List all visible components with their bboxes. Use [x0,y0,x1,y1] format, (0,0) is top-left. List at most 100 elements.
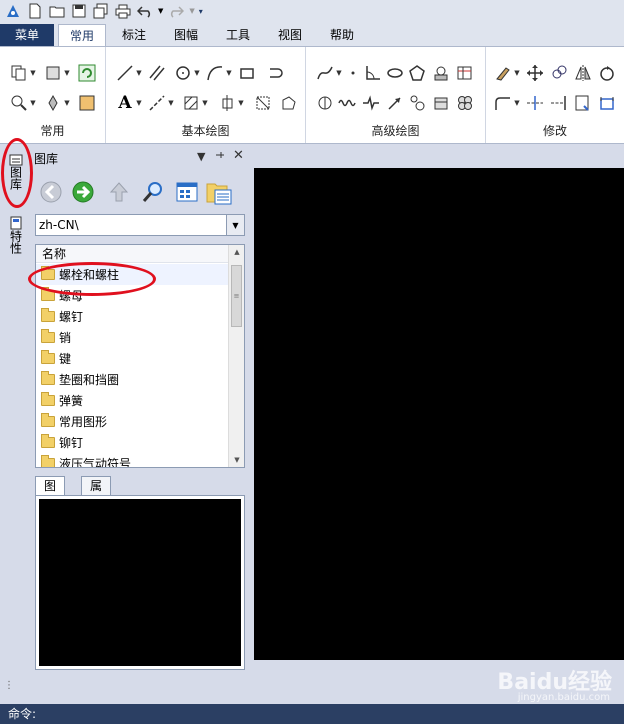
flower-shape-icon[interactable] [454,92,476,114]
copy-icon[interactable] [8,62,30,84]
list-item[interactable]: 垫圈和挡圈 [36,369,228,390]
move-icon[interactable] [524,62,546,84]
angle-icon[interactable] [362,62,384,84]
tab-graphic[interactable]: 图形 [35,476,66,511]
list-item[interactable]: 螺钉 [36,306,228,327]
spline-icon[interactable] [314,62,336,84]
arc-icon[interactable] [204,62,226,84]
path-combobox[interactable]: zh-CN\ ▼ [35,214,245,236]
extend-icon[interactable] [548,92,570,114]
tab-attributes[interactable]: 属性 [81,476,112,511]
delete-brush-icon[interactable] [492,62,514,84]
list-item[interactable]: 常用图形 [36,411,228,432]
open-folder-icon[interactable] [48,2,66,20]
forward-icon[interactable] [69,178,97,206]
revision-cloud-icon[interactable] [314,92,336,114]
list-item[interactable]: 销 [36,327,228,348]
break-line-icon[interactable] [360,92,382,114]
column-header-name[interactable]: 名称 [36,245,228,263]
scroll-thumb[interactable]: ≡ [231,265,242,327]
list-item[interactable]: 螺母 [36,285,228,306]
polygon-icon[interactable] [406,62,428,84]
zoom-dropdown-icon[interactable]: ▼ [30,92,36,114]
fillet-icon[interactable] [492,92,514,114]
new-file-icon[interactable] [26,2,44,20]
centerline-dropdown-icon[interactable]: ▼ [168,92,174,114]
delete-dropdown-icon[interactable]: ▼ [514,62,520,84]
stretch-icon[interactable] [596,92,618,114]
paste-dropdown-icon[interactable]: ▼ [64,62,70,84]
copy-objects-icon[interactable] [548,62,570,84]
dot-icon[interactable] [342,62,364,84]
line-icon[interactable] [114,62,136,84]
tab-tools[interactable]: 工具 [216,24,260,46]
copy-dropdown-icon[interactable]: ▼ [30,62,36,84]
tab-help[interactable]: 帮助 [320,24,364,46]
table-icon[interactable] [454,62,476,84]
scroll-down-icon[interactable]: ▼ [229,453,244,467]
centerline-icon[interactable] [146,92,168,114]
print-icon[interactable] [114,2,132,20]
up-folder-icon[interactable] [105,178,133,206]
hatch-dropdown-icon[interactable]: ▼ [202,92,208,114]
region-icon[interactable] [278,92,300,114]
point-icon[interactable] [216,92,238,114]
fillet-dropdown-icon[interactable]: ▼ [514,92,520,114]
redo-dropdown-icon[interactable]: ▼ [189,7,194,15]
mirror-icon[interactable] [572,62,594,84]
list-item[interactable]: 铆钉 [36,432,228,453]
folder-list-icon[interactable] [205,178,233,206]
arc-dropdown-icon[interactable]: ▼ [226,62,232,84]
list-item[interactable]: 液压气动符号 [36,453,228,467]
tab-common[interactable]: 常用 [58,24,106,46]
command-line[interactable]: 命令: [0,704,624,724]
parallel-line-icon[interactable] [146,62,168,84]
line-dropdown-icon[interactable]: ▼ [136,62,142,84]
save-icon[interactable] [70,2,88,20]
tab-view[interactable]: 视图 [268,24,312,46]
text-icon[interactable]: A [114,92,136,114]
arrow-icon[interactable] [384,92,406,114]
app-logo-icon[interactable] [4,2,22,20]
save-all-icon[interactable] [92,2,110,20]
slot-icon[interactable] [264,62,286,84]
properties-tool-icon[interactable] [76,92,98,114]
drawing-canvas[interactable] [254,168,624,660]
text-dropdown-icon[interactable]: ▼ [136,92,142,114]
hatch-icon[interactable] [180,92,202,114]
ellipse-icon[interactable] [384,62,406,84]
back-icon[interactable] [37,178,65,206]
tab-sheet[interactable]: 图幅 [164,24,208,46]
zoom-icon[interactable] [8,92,30,114]
list-item[interactable]: 键 [36,348,228,369]
panel-pin-icon[interactable] [215,150,225,163]
circle-dropdown-icon[interactable]: ▼ [194,62,200,84]
view-mode-icon[interactable] [173,178,201,206]
panel-close-icon[interactable]: ✕ [233,148,244,163]
customize-qat-icon[interactable]: ▾ [199,7,203,16]
dock-tab-properties[interactable]: 特性 [6,216,26,254]
undo-icon[interactable] [136,2,154,20]
paste-block-icon[interactable] [42,62,64,84]
pan-icon[interactable] [42,92,64,114]
panel-menu-icon[interactable]: ▼ [197,150,205,163]
undo-dropdown-icon[interactable]: ▼ [158,7,163,15]
list-scrollbar[interactable]: ▲ ≡ ▼ [228,245,244,467]
tab-menu[interactable]: 菜单 [0,24,54,46]
scroll-up-icon[interactable]: ▲ [229,245,244,259]
circle-icon[interactable] [172,62,194,84]
tab-annotate[interactable]: 标注 [112,24,156,46]
point-dropdown-icon[interactable]: ▼ [238,92,244,114]
block-icon[interactable] [430,62,452,84]
list-item[interactable]: 螺栓和螺柱 [36,264,228,285]
search-icon[interactable] [139,178,167,206]
refresh-icon[interactable] [76,62,98,84]
rotate-icon[interactable] [596,62,618,84]
grid-hatch-icon[interactable] [252,92,274,114]
pan-dropdown-icon[interactable]: ▼ [64,92,70,114]
redo-icon[interactable] [167,2,185,20]
rectangle-icon[interactable] [236,62,258,84]
trim-icon[interactable] [524,92,546,114]
hole-icon[interactable] [406,92,428,114]
break-icon[interactable] [572,92,594,114]
